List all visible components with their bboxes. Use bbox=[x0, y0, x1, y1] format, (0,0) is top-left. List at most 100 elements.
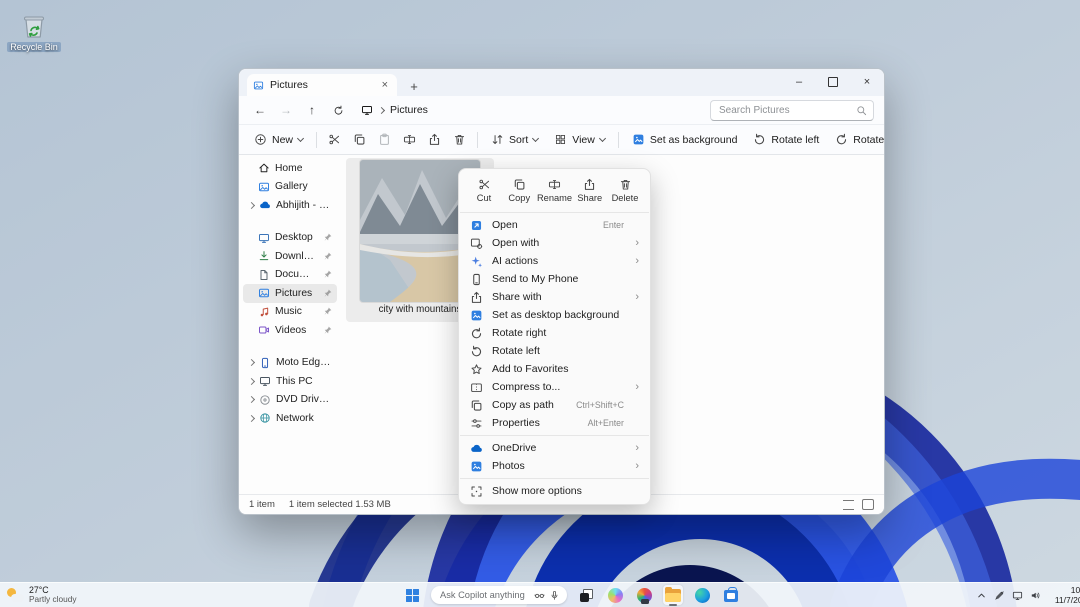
delete-button[interactable] bbox=[448, 130, 471, 149]
share-button[interactable] bbox=[423, 130, 446, 149]
sidebar-item-pictures[interactable]: Pictures bbox=[243, 284, 337, 303]
back-button[interactable]: ← bbox=[249, 100, 271, 120]
edge-icon bbox=[695, 588, 710, 603]
volume-icon[interactable] bbox=[1030, 590, 1041, 601]
share-icon bbox=[583, 178, 596, 191]
menu-item-ai-actions[interactable]: AI actions › bbox=[459, 252, 650, 270]
quick-action-label: Share bbox=[577, 193, 602, 203]
taskbar-clock[interactable]: 10:21 11/7/2024 bbox=[1048, 585, 1080, 605]
open-icon bbox=[470, 219, 483, 232]
up-button[interactable]: ↑ bbox=[301, 100, 323, 120]
recycle-bin[interactable]: Recycle Bin bbox=[6, 10, 62, 52]
share-with-icon bbox=[470, 291, 483, 304]
menu-item-rotate-right[interactable]: Rotate right bbox=[459, 324, 650, 342]
store-button[interactable] bbox=[721, 585, 741, 605]
start-button[interactable] bbox=[402, 585, 422, 605]
menu-item-onedrive[interactable]: OneDrive › bbox=[459, 439, 650, 457]
forward-button[interactable]: → bbox=[275, 100, 297, 120]
sidebar-item-home[interactable]: Home bbox=[243, 159, 337, 178]
copy-quick-button[interactable]: Copy bbox=[502, 176, 536, 205]
menu-item-properties[interactable]: Properties Alt+Enter bbox=[459, 414, 650, 432]
sort-button[interactable]: Sort bbox=[484, 130, 545, 149]
sidebar-item-videos[interactable]: Videos bbox=[243, 321, 337, 340]
edge-button[interactable] bbox=[692, 585, 712, 605]
menu-item-rotate-left[interactable]: Rotate left bbox=[459, 342, 650, 360]
sidebar-item-phone[interactable]: Moto Edge 50 Neo bbox=[243, 354, 337, 373]
maximize-button[interactable] bbox=[816, 69, 850, 95]
menu-item-set-desktop-background[interactable]: Set as desktop background bbox=[459, 306, 650, 324]
rename-quick-button[interactable]: Rename bbox=[538, 176, 572, 205]
menu-item-compress-to[interactable]: Compress to... › bbox=[459, 378, 650, 396]
expand-chevron-icon[interactable] bbox=[248, 202, 255, 209]
new-button[interactable]: New bbox=[247, 130, 310, 149]
menu-item-send-to-phone[interactable]: Send to My Phone bbox=[459, 270, 650, 288]
microphone-icon bbox=[549, 590, 560, 601]
sidebar-item-network[interactable]: Network bbox=[243, 409, 337, 428]
delete-quick-button[interactable]: Delete bbox=[608, 176, 642, 205]
file-explorer-button[interactable] bbox=[663, 585, 683, 605]
menu-item-show-more-options[interactable]: Show more options bbox=[459, 482, 650, 500]
expand-chevron-icon[interactable] bbox=[248, 359, 255, 366]
task-view-button[interactable] bbox=[576, 585, 596, 605]
sidebar-item-music[interactable]: Music bbox=[243, 303, 337, 322]
sidebar-item-dvd-drive[interactable]: DVD Drive (D:) CCC bbox=[243, 391, 337, 410]
menu-item-photos[interactable]: Photos › bbox=[459, 457, 650, 475]
cast-display-icon[interactable] bbox=[1012, 590, 1023, 601]
copilot-search-bar[interactable] bbox=[431, 586, 567, 604]
menu-item-open[interactable]: Open Enter bbox=[459, 216, 650, 234]
search-input[interactable] bbox=[717, 104, 852, 117]
new-tab-button[interactable]: + bbox=[403, 76, 425, 96]
sidebar-item-documents[interactable]: Documents bbox=[243, 266, 337, 285]
tab-close-icon[interactable]: × bbox=[379, 79, 391, 91]
chevron-down-icon bbox=[532, 134, 539, 141]
sidebar-item-gallery[interactable]: Gallery bbox=[243, 178, 337, 197]
cut-button[interactable] bbox=[323, 130, 346, 149]
hidden-icons-chevron-icon[interactable] bbox=[976, 590, 987, 601]
sidebar-item-this-pc[interactable]: This PC bbox=[243, 372, 337, 391]
menu-item-open-with[interactable]: Open with › bbox=[459, 234, 650, 252]
paste-button[interactable] bbox=[373, 130, 396, 149]
quick-action-label: Delete bbox=[612, 193, 639, 203]
copilot-app-button[interactable] bbox=[605, 585, 625, 605]
show-more-icon bbox=[470, 485, 483, 498]
rotate-left-icon bbox=[753, 133, 766, 146]
view-label: View bbox=[572, 134, 595, 146]
large-view-toggle-icon[interactable] bbox=[862, 499, 874, 510]
rename-button[interactable] bbox=[398, 130, 421, 149]
expand-chevron-icon[interactable] bbox=[248, 415, 255, 422]
expand-chevron-icon[interactable] bbox=[248, 378, 255, 385]
quick-actions-row: Cut Copy Rename Share Delete bbox=[459, 173, 650, 209]
tab-pictures[interactable]: Pictures × bbox=[247, 74, 397, 96]
submenu-chevron-icon: › bbox=[633, 237, 639, 249]
submenu-chevron-icon: › bbox=[633, 460, 639, 472]
list-view-toggle-icon[interactable] bbox=[843, 500, 854, 510]
pen-disabled-icon[interactable] bbox=[994, 590, 1005, 601]
breadcrumb[interactable]: Pictures bbox=[361, 104, 428, 116]
set-background-label: Set as background bbox=[650, 134, 738, 146]
refresh-button[interactable] bbox=[327, 100, 349, 120]
sidebar-item-downloads[interactable]: Downloads bbox=[243, 247, 337, 266]
menu-item-label: Compress to... bbox=[492, 381, 615, 393]
rotate-left-button[interactable]: Rotate left bbox=[746, 130, 826, 149]
cut-quick-button[interactable]: Cut bbox=[467, 176, 501, 205]
set-background-button[interactable]: Set as background bbox=[625, 130, 745, 149]
sidebar-item-label: Desktop bbox=[275, 232, 317, 243]
view-button[interactable]: View bbox=[547, 130, 612, 149]
sidebar-item-label: DVD Drive (D:) CCC bbox=[276, 394, 333, 405]
copilot-search-input[interactable] bbox=[438, 589, 530, 601]
menu-item-add-to-favorites[interactable]: Add to Favorites bbox=[459, 360, 650, 378]
copy-button[interactable] bbox=[348, 130, 371, 149]
search-box[interactable] bbox=[710, 100, 874, 121]
menu-item-copy-as-path[interactable]: Copy as path Ctrl+Shift+C bbox=[459, 396, 650, 414]
sidebar-item-onedrive[interactable]: Abhijith - Personal bbox=[243, 196, 337, 215]
sidebar-item-desktop[interactable]: Desktop bbox=[243, 229, 337, 248]
rotate-right-button[interactable]: Rotate right bbox=[828, 130, 885, 149]
close-button[interactable]: × bbox=[850, 69, 884, 95]
microsoft-365-button[interactable] bbox=[634, 585, 654, 605]
minimize-button[interactable]: – bbox=[782, 69, 816, 95]
expand-chevron-icon[interactable] bbox=[248, 396, 255, 403]
context-menu: Cut Copy Rename Share Delete Open bbox=[458, 168, 651, 505]
menu-item-share-with[interactable]: Share with › bbox=[459, 288, 650, 306]
share-quick-button[interactable]: Share bbox=[573, 176, 607, 205]
weather-widget[interactable]: 27°C Partly cloudy bbox=[6, 585, 77, 605]
